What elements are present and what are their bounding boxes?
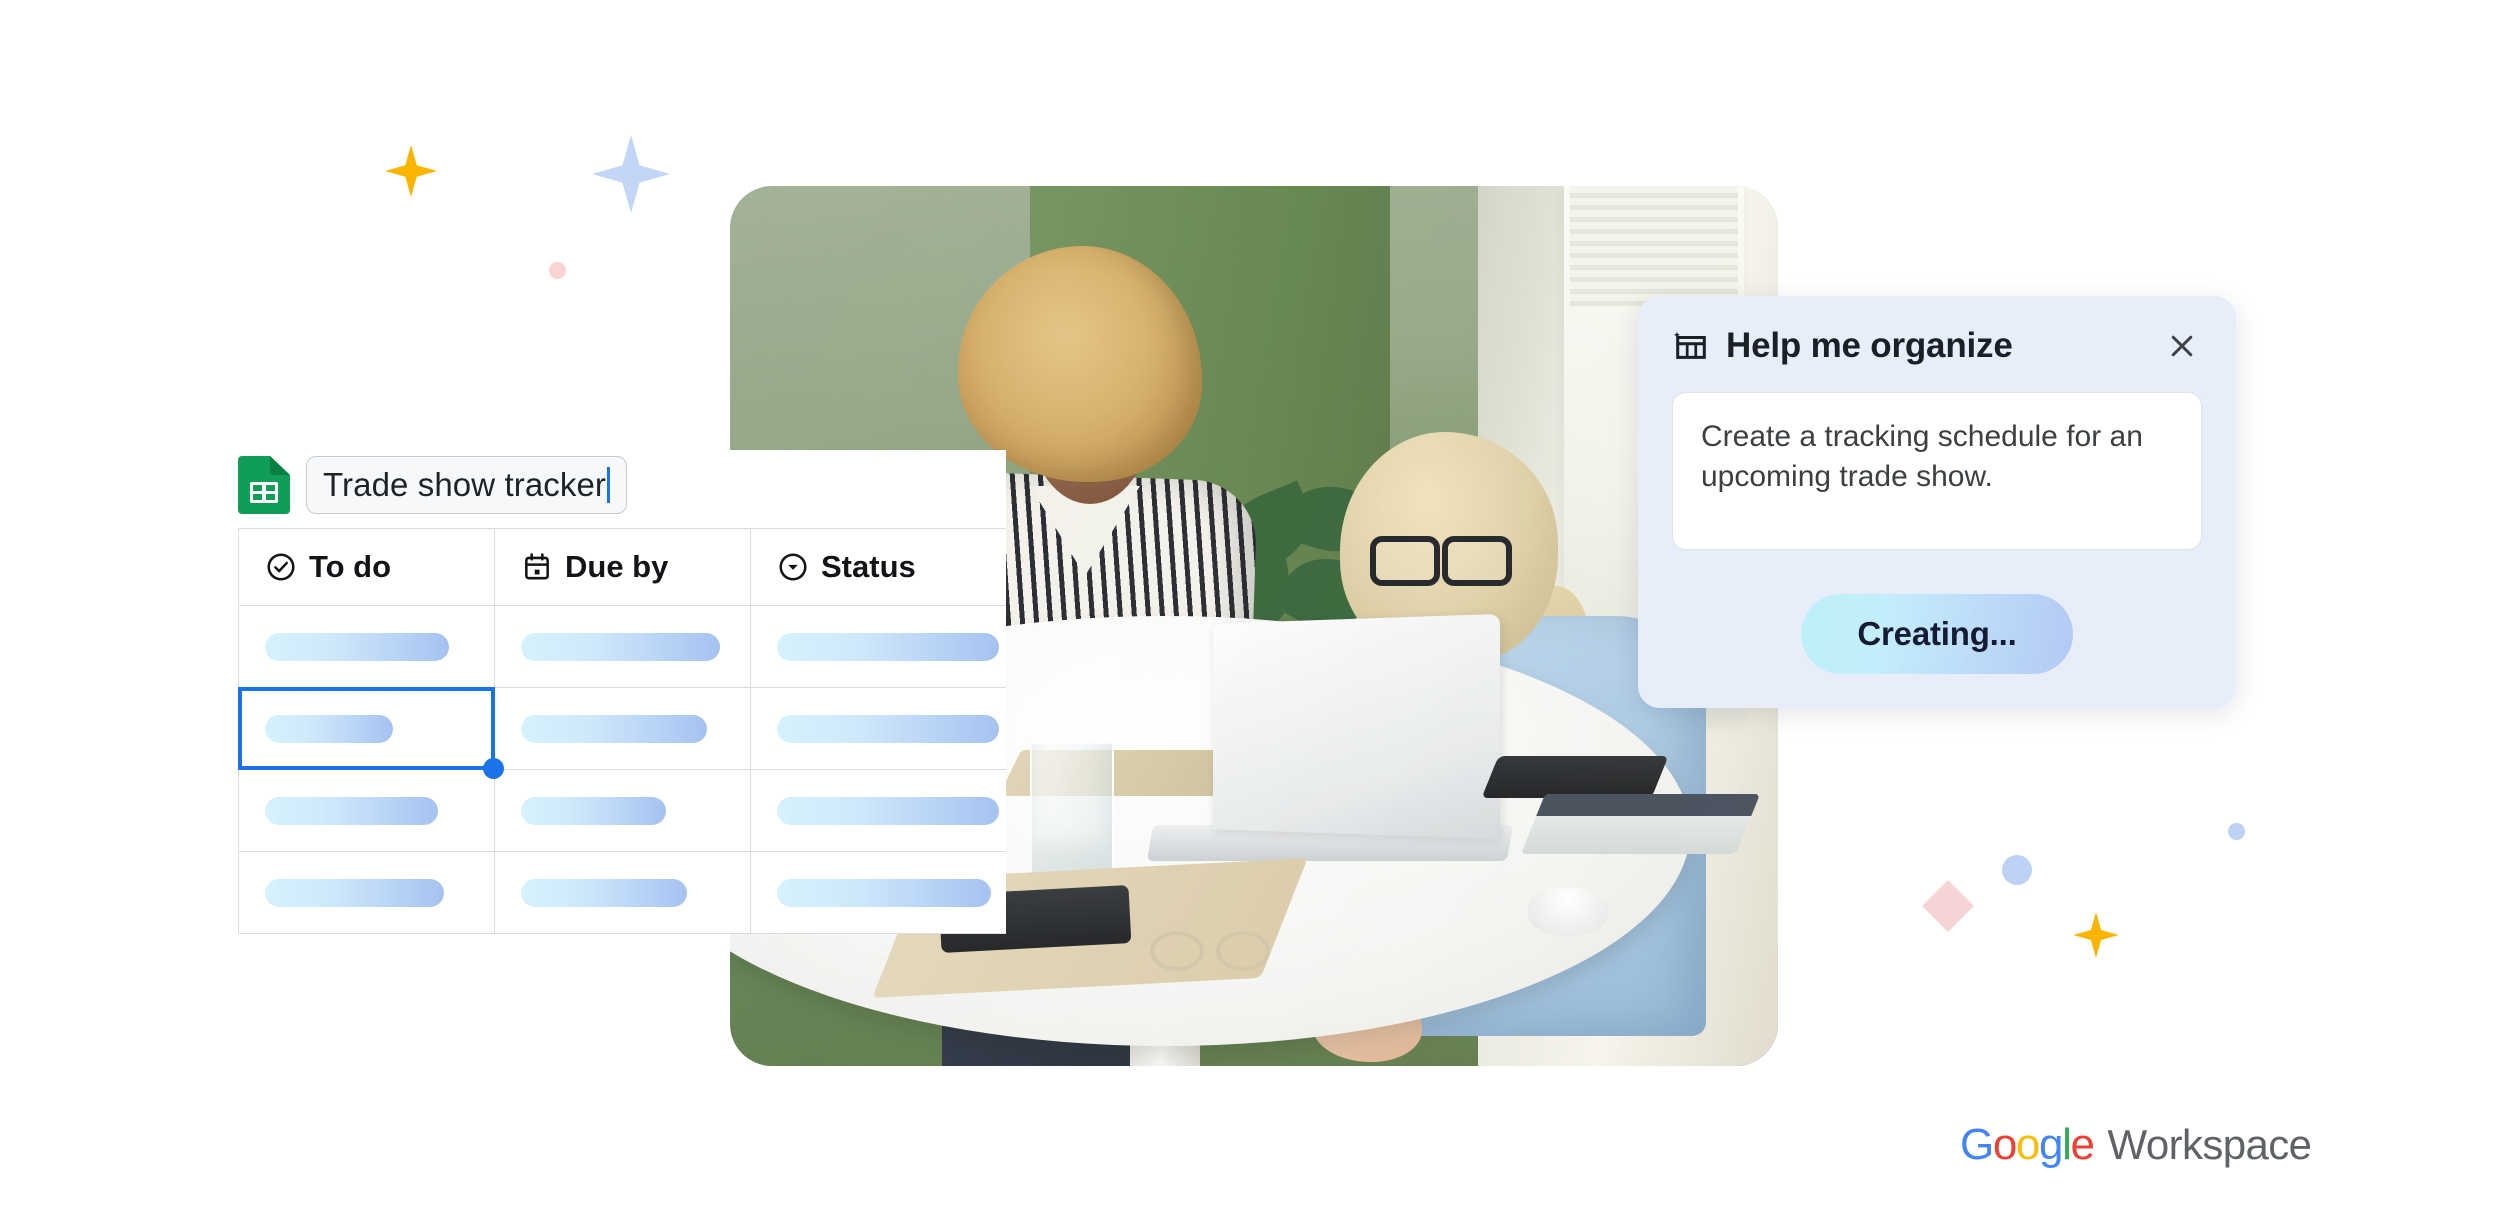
table-cell[interactable] [494,687,751,770]
help-panel-header: Help me organize [1672,326,2202,366]
dot-blue-small-bottom [2228,823,2245,840]
dot-blue-large-bottom-shape [2002,855,2032,885]
google-sheets-icon [238,456,290,514]
table-row [238,851,1006,934]
dot-pink-top-shape [549,262,566,279]
table-row [238,769,1006,852]
cell-placeholder-bar [521,878,687,907]
column-header-label: To do [309,549,392,584]
google-letter-e: e [2070,1120,2094,1169]
selection-fill-handle[interactable] [483,758,504,779]
column-header-status[interactable]: Status [750,528,1006,606]
photo-phone-secondary [1481,756,1669,798]
photo-water-glass [1030,742,1114,886]
photo-notebook [1520,794,1761,854]
table-header-row: To do Due by Status [238,528,1006,606]
cell-placeholder-bar [265,632,449,661]
table-cell[interactable] [238,769,495,852]
table-cell[interactable] [494,851,751,934]
table-cell[interactable] [750,851,1006,934]
sheets-title-input[interactable]: Trade show tracker [306,456,628,514]
column-header-todo[interactable]: To do [238,528,495,606]
dot-blue-small-bottom-shape [2228,823,2245,840]
google-letter-o: o [2015,1120,2040,1169]
table-cell[interactable] [750,687,1006,770]
sparkle-star-orange-bottom [2073,912,2119,958]
table-row [238,605,1006,688]
text-cursor [607,467,611,503]
dot-blue-large-bottom [2002,855,2032,885]
cell-placeholder-bar [777,796,999,825]
creating-button[interactable]: Creating... [1801,594,2073,674]
cell-placeholder-bar [521,796,667,825]
diamond-pink-bottom [1922,880,1974,932]
prompt-text-box[interactable]: Create a tracking schedule for an upcomi… [1672,392,2202,550]
photo-cup [1528,888,1608,936]
column-header-dueby[interactable]: Due by [494,528,751,606]
photo-eyeglasses [1150,927,1270,971]
table-cell[interactable] [238,605,495,688]
cell-placeholder-bar [777,632,999,661]
close-button[interactable] [2162,326,2202,366]
table-sparkle-icon [1673,331,1706,359]
photo-window-blind [1570,186,1738,306]
cell-placeholder-bar [265,878,444,907]
table-cell[interactable] [494,769,751,852]
table-row [238,687,1006,779]
photo-laptop-screen [1213,613,1501,840]
cell-placeholder-bar [777,878,992,907]
table-cell[interactable] [750,769,1006,852]
cell-placeholder-bar [265,796,439,825]
cell-placeholder-bar [265,714,393,743]
diamond-pink-bottom-shape [1922,880,1974,932]
column-header-label: Status [821,549,916,584]
google-workspace-logo: Google Workspace [1960,1120,2313,1170]
workspace-wordmark: Workspace [2107,1121,2313,1168]
sheets-table[interactable]: To do Due by Status [238,528,1006,934]
table-cell[interactable] [750,605,1006,688]
google-letter-G: G [1960,1120,1994,1169]
cell-placeholder-bar [521,632,720,661]
help-me-organize-panel[interactable]: Help me organize Create a tracking sched… [1638,296,2236,708]
sparkle-star-orange-bottom-shape [2073,912,2119,958]
cell-placeholder-bar [521,714,708,743]
close-icon [2171,335,2193,357]
column-header-label: Due by [565,549,669,584]
check-circle-icon [267,553,295,581]
cell-placeholder-bar [777,714,999,743]
chevron-down-circle-icon [779,553,807,581]
sparkle-star-blue-top-shape [592,135,670,213]
table-cell[interactable] [494,605,751,688]
sparkle-star-orange-top [385,145,437,197]
google-letter-g: g [2038,1120,2063,1169]
table-cell[interactable] [238,851,495,934]
table-cell-selected[interactable] [238,687,504,779]
sheets-preview-card: Trade show tracker To do Due by Status [238,450,1006,934]
sheets-title-text: Trade show tracker [323,466,607,503]
help-panel-title: Help me organize [1726,326,2013,365]
sparkle-star-orange-top-shape [385,145,437,197]
cta-row: Creating... [1672,594,2202,674]
sheets-table-clip: To do Due by Status [238,528,1006,934]
sparkle-star-blue-top [592,135,670,213]
calendar-icon [525,553,549,580]
google-wordmark: Google [1960,1120,2095,1170]
google-letter-o: o [1992,1120,2017,1169]
table-body [238,605,1006,934]
dot-pink-top [549,262,566,279]
sheets-title-row: Trade show tracker [238,450,1006,528]
